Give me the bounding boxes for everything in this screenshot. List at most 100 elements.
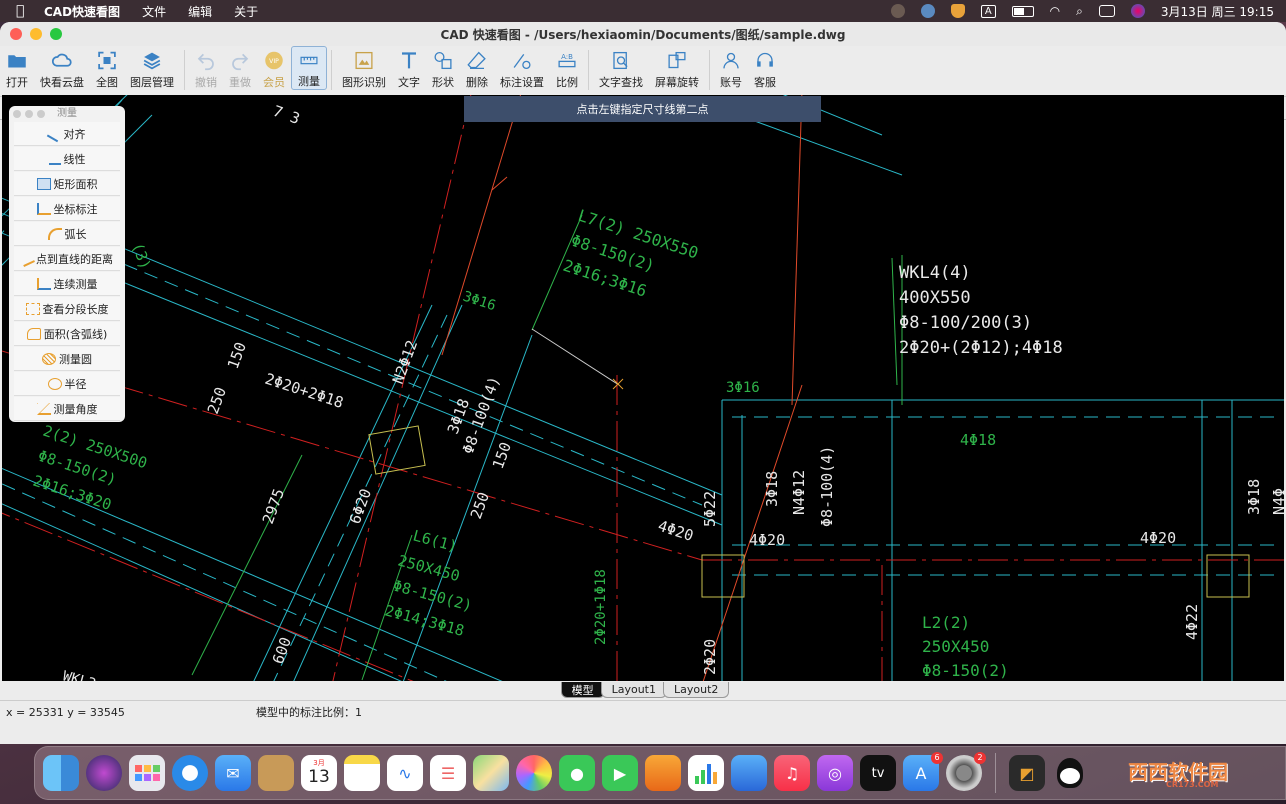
app-store-icon[interactable]: A6 [903, 752, 943, 791]
cad-text: L2(2) [922, 613, 970, 632]
tab-model[interactable]: 模型 [560, 682, 605, 698]
measure-area-arc[interactable]: 面积(含弧线) [14, 322, 120, 346]
scale-button[interactable]: A:B 比例 [550, 46, 584, 90]
cad-viewer-icon[interactable]: ◩ [1009, 755, 1045, 791]
cad-text: 4Φ22 [1183, 604, 1201, 640]
vpn-shield-icon[interactable] [950, 4, 965, 18]
calendar-icon[interactable]: 3月 13 [301, 755, 337, 791]
reminders-icon[interactable]: ☰ [430, 755, 466, 791]
layers-button[interactable]: 图层管理 [124, 46, 180, 90]
fit-all-button[interactable]: 全图 [90, 46, 124, 90]
cad-text: 400X550 [899, 288, 971, 308]
menu-file[interactable]: 文件 [142, 3, 166, 20]
palette-zoom-button[interactable] [37, 110, 45, 118]
shape-button[interactable]: 形状 [426, 46, 460, 90]
cad-text: 2Φ20+2Φ18 [263, 370, 346, 412]
maps-icon[interactable] [473, 755, 509, 791]
palette-minimize-button[interactable] [25, 110, 33, 118]
keynote-icon[interactable] [731, 755, 767, 791]
telegram-icon[interactable] [920, 4, 935, 18]
apple-tv-icon[interactable]: tv [860, 755, 896, 791]
photos-icon[interactable] [516, 755, 552, 791]
delete-button[interactable]: 删除 [460, 46, 494, 90]
cad-text: 3Φ16 [726, 380, 760, 396]
menu-edit[interactable]: 编辑 [188, 3, 212, 20]
zoom-window-button[interactable] [50, 28, 62, 40]
text-icon [402, 52, 416, 69]
battery-icon[interactable] [1011, 5, 1034, 17]
redo-button[interactable]: 重做 [223, 46, 257, 90]
spotlight-search-icon[interactable]: ⌕ [1076, 4, 1083, 19]
palette-titlebar[interactable]: 测量 [9, 106, 125, 122]
fit-screen-icon [98, 51, 116, 70]
palette-close-button[interactable] [13, 110, 21, 118]
menu-app-name[interactable]: CAD快速看图 [44, 3, 120, 20]
pages-icon[interactable] [645, 755, 681, 791]
support-button[interactable]: 客服 [748, 46, 782, 90]
siri-icon[interactable] [1130, 4, 1145, 18]
measure-aligned[interactable]: 对齐 [14, 122, 120, 146]
messages-icon[interactable]: ● [559, 755, 595, 791]
shape-recognize-icon [355, 51, 373, 70]
menubar-datetime[interactable]: 3月13日 周三 19:15 [1161, 3, 1274, 20]
cad-text: 5Φ22 [701, 491, 719, 527]
measure-radius[interactable]: 半径 [14, 372, 120, 396]
notes-icon[interactable] [344, 755, 380, 791]
launchpad-icon[interactable] [129, 755, 165, 791]
shape-recognize-button[interactable]: 图形识别 [336, 46, 392, 90]
watermark-logo: 西西软件园 CR173.COM [1096, 754, 1266, 794]
text-search-icon [613, 51, 628, 70]
cad-text: 250 [467, 490, 493, 522]
mail-icon[interactable]: ✉ [215, 755, 251, 791]
menu-about[interactable]: 关于 [234, 3, 258, 20]
input-method-indicator[interactable]: A [980, 4, 996, 18]
freeform-icon[interactable]: ∿ [387, 755, 423, 791]
close-window-button[interactable] [10, 28, 22, 40]
tab-layout2[interactable]: Layout2 [663, 682, 730, 698]
dim-settings-button[interactable]: 标注设置 [494, 46, 550, 90]
vip-icon: VIP [265, 51, 283, 70]
finder-icon[interactable] [43, 755, 79, 791]
tab-layout1[interactable]: Layout1 [600, 682, 667, 698]
wifi-icon[interactable]: ◠ [1050, 4, 1060, 18]
system-settings-icon[interactable]: 2 [946, 752, 986, 791]
cloud-button[interactable]: 快看云盘 [34, 46, 90, 90]
undo-button[interactable]: 撤销 [189, 46, 223, 90]
measure-continuous[interactable]: 连续测量 [14, 272, 120, 296]
fit-label: 全图 [96, 76, 118, 89]
text-search-button[interactable]: 文字查找 [593, 46, 649, 90]
siri-icon[interactable] [86, 755, 122, 791]
cad-text: WKL3 [61, 668, 98, 681]
measure-circle[interactable]: 测量圆 [14, 347, 120, 371]
podcasts-icon[interactable]: ◎ [817, 755, 853, 791]
dock-divider [995, 753, 996, 793]
safari-icon[interactable] [172, 755, 208, 791]
music-icon[interactable]: ♫ [774, 755, 810, 791]
rotate-button[interactable]: 屏幕旋转 [649, 46, 705, 90]
cloud-icon [51, 53, 72, 67]
measure-arc-length[interactable]: 弧长 [14, 222, 120, 246]
measure-button[interactable]: 测量 [291, 46, 327, 90]
qq-icon[interactable] [1052, 755, 1088, 791]
measure-segment-length[interactable]: 查看分段长度 [14, 297, 120, 321]
measure-coordinate[interactable]: 坐标标注 [14, 197, 120, 221]
measure-angle[interactable]: 测量角度 [14, 397, 120, 421]
apple-icon[interactable]:  [16, 4, 30, 18]
measure-area-arc-label: 面积(含弧线) [43, 327, 108, 341]
contacts-icon[interactable] [258, 755, 294, 791]
measure-rect-area[interactable]: 矩形面积 [14, 172, 120, 196]
status-app-icon[interactable] [890, 4, 905, 18]
calendar-day: 13 [308, 767, 330, 787]
account-button[interactable]: 账号 [714, 46, 748, 90]
eraser-icon [467, 51, 486, 70]
vip-button[interactable]: VIP 会员 [257, 46, 291, 90]
facetime-icon[interactable]: ▶ [602, 755, 638, 791]
numbers-icon[interactable] [688, 755, 724, 791]
drawing-canvas[interactable]: WKL4(4) 400X550 Φ8-100/200(3) 2Φ20+(2Φ12… [2, 95, 1284, 681]
measure-linear[interactable]: 线性 [14, 147, 120, 171]
open-button[interactable]: 打开 [0, 46, 34, 90]
text-button[interactable]: 文字 [392, 46, 426, 90]
minimize-window-button[interactable] [30, 28, 42, 40]
measure-point-to-line[interactable]: 点到直线的距离 [14, 247, 120, 271]
control-center-icon[interactable] [1098, 5, 1115, 17]
